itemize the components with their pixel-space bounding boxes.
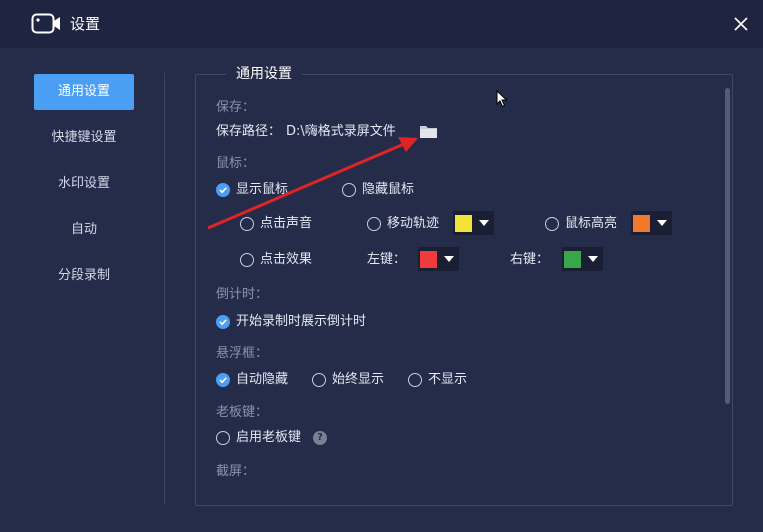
checkmark-icon	[216, 183, 230, 197]
show-countdown-label: 开始录制时展示倒计时	[236, 314, 367, 329]
save-path-value: D:\嗨格式录屏文件	[286, 124, 396, 139]
left-key-label: 左键：	[367, 252, 407, 267]
section-label-boss-key: 老板键：	[216, 405, 269, 420]
highlight-color-swatch	[633, 214, 650, 232]
save-path-label: 保存路径：	[216, 124, 282, 139]
radio-icon	[240, 217, 254, 231]
click-sound-label: 点击声音	[260, 216, 313, 231]
hide-cursor-label: 隐藏鼠标	[362, 182, 415, 197]
enable-boss-key-label: 启用老板键	[236, 430, 302, 445]
section-label-screenshot: 截屏：	[216, 464, 256, 479]
click-sound-radio[interactable]: 点击声音	[240, 215, 312, 233]
mouse-pointer-icon	[496, 90, 508, 108]
section-label-save: 保存：	[216, 100, 256, 115]
section-label-floating: 悬浮框：	[216, 346, 269, 361]
click-effect-label: 点击效果	[260, 252, 313, 267]
never-show-radio[interactable]: 不显示	[408, 371, 467, 389]
radio-icon	[342, 183, 356, 197]
never-show-label: 不显示	[428, 372, 468, 387]
nav-item-segment-recording[interactable]: 分段录制	[34, 258, 134, 294]
folder-icon[interactable]	[419, 124, 438, 139]
highlight-color-picker[interactable]	[631, 211, 672, 235]
right-key-color-swatch	[564, 250, 581, 268]
hide-cursor-radio[interactable]: 隐藏鼠标	[342, 181, 414, 199]
nav-item-auto[interactable]: 自动	[34, 212, 134, 248]
radio-icon	[408, 373, 422, 387]
caret-down-icon	[444, 256, 454, 262]
caret-down-icon	[588, 256, 598, 262]
nav-item-hotkeys[interactable]: 快捷键设置	[34, 120, 134, 156]
show-cursor-label: 显示鼠标	[236, 182, 289, 197]
caret-down-icon	[479, 220, 489, 226]
show-cursor-checkbox[interactable]: 显示鼠标	[216, 181, 288, 199]
nav-divider	[164, 73, 165, 505]
caret-down-icon	[657, 220, 667, 226]
nav-item-general[interactable]: 通用设置	[34, 74, 134, 110]
video-camera-icon	[31, 13, 60, 34]
section-label-mouse: 鼠标：	[216, 156, 256, 171]
move-track-label: 移动轨迹	[387, 216, 440, 231]
click-effect-radio[interactable]: 点击效果	[240, 251, 312, 269]
left-key-color-picker[interactable]	[418, 247, 459, 271]
help-icon[interactable]: ?	[313, 431, 327, 445]
radio-icon	[545, 217, 559, 231]
radio-icon	[312, 373, 326, 387]
always-show-radio[interactable]: 始终显示	[312, 371, 384, 389]
always-show-label: 始终显示	[332, 372, 385, 387]
left-key-color-swatch	[420, 250, 437, 268]
title-bar: 设置	[0, 0, 763, 48]
close-icon[interactable]	[731, 14, 751, 34]
cursor-highlight-label: 鼠标高亮	[565, 216, 618, 231]
radio-icon	[216, 431, 230, 445]
nav-item-watermark[interactable]: 水印设置	[34, 166, 134, 202]
right-key-label: 右键：	[510, 252, 550, 267]
radio-icon	[367, 217, 381, 231]
panel-title: 通用设置	[226, 64, 302, 84]
window-title: 设置	[70, 15, 101, 33]
enable-boss-key-radio[interactable]: 启用老板键	[216, 429, 301, 447]
move-track-radio[interactable]: 移动轨迹	[367, 215, 439, 233]
auto-hide-label: 自动隐藏	[236, 372, 289, 387]
show-countdown-checkbox[interactable]: 开始录制时展示倒计时	[216, 313, 366, 331]
right-key-color-picker[interactable]	[562, 247, 603, 271]
checkmark-icon	[216, 315, 230, 329]
scrollbar-thumb[interactable]	[725, 88, 730, 404]
section-label-countdown: 倒计时：	[216, 287, 269, 302]
cursor-highlight-radio[interactable]: 鼠标高亮	[545, 215, 617, 233]
track-color-swatch	[455, 214, 472, 232]
checkmark-icon	[216, 373, 230, 387]
radio-icon	[240, 253, 254, 267]
track-color-picker[interactable]	[453, 211, 494, 235]
auto-hide-checkbox[interactable]: 自动隐藏	[216, 371, 288, 389]
